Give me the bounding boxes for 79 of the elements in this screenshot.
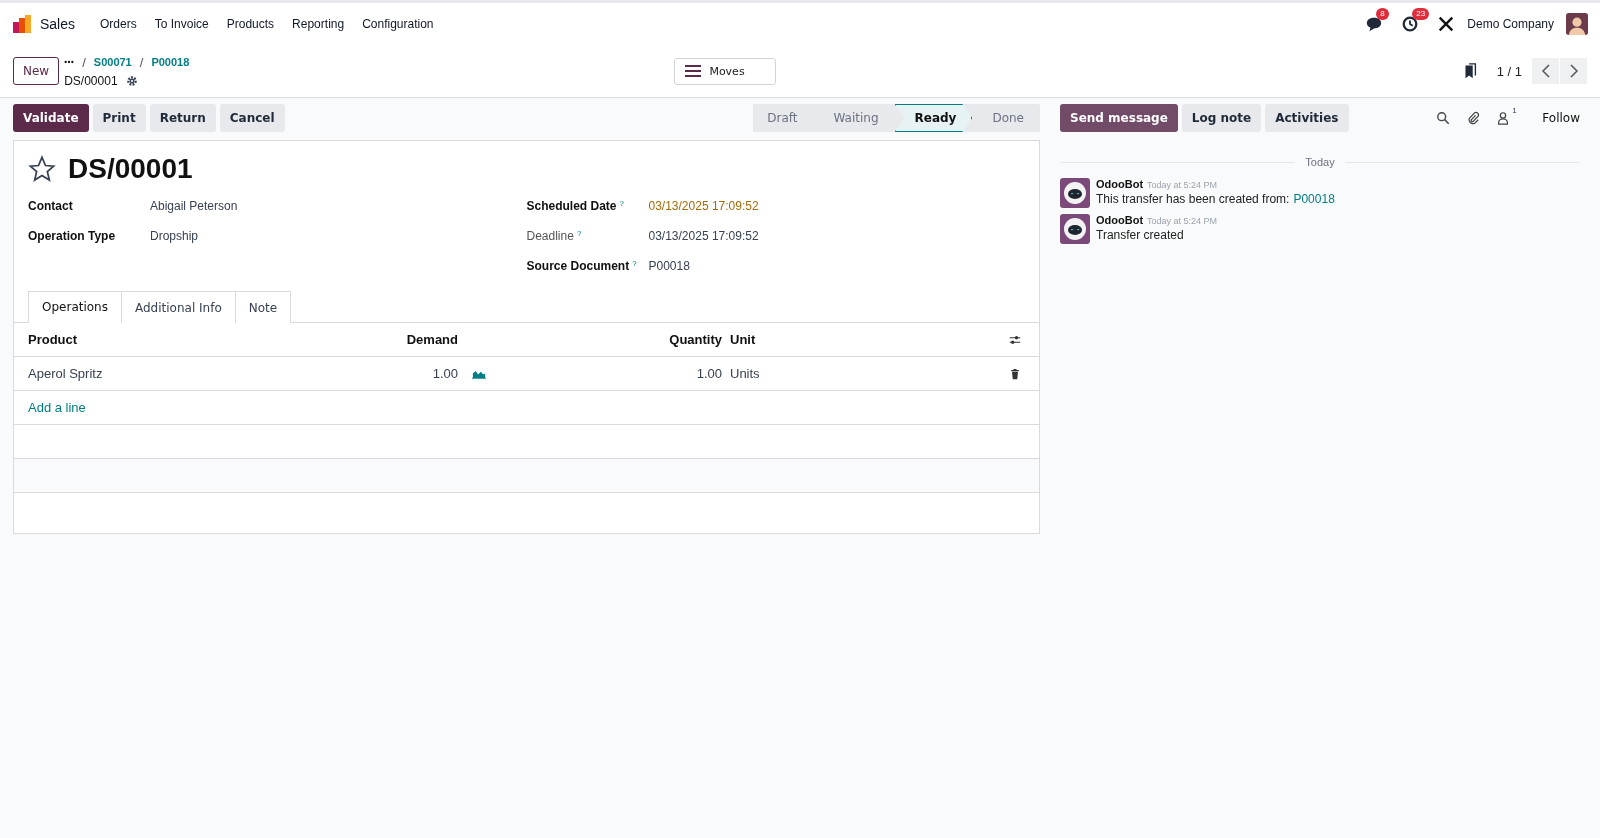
column-header[interactable]: Unit <box>722 332 1009 347</box>
star-icon[interactable] <box>28 155 56 183</box>
chatter-button[interactable]: Log note <box>1181 104 1262 132</box>
company-name[interactable]: Demo Company <box>1467 17 1554 31</box>
action-button[interactable]: Validate <box>13 104 89 132</box>
avatar-icon[interactable] <box>1566 13 1588 35</box>
field-label: Operation Type <box>28 229 116 243</box>
sliders-icon[interactable] <box>1009 333 1021 346</box>
menu-item[interactable]: Reporting <box>283 17 354 31</box>
action-button[interactable]: Return <box>149 104 216 132</box>
field-label: Source Document <box>526 259 630 273</box>
record-name: DS/00001 <box>64 73 118 88</box>
notification-badge: 23 <box>1412 8 1430 20</box>
message-text: Transfer created <box>1096 228 1185 242</box>
pager-value[interactable]: 1 / 1 <box>1496 63 1522 79</box>
paperclip-icon[interactable] <box>1466 111 1481 125</box>
gear-icon[interactable] <box>125 74 138 87</box>
followers-count: 1 <box>1512 106 1517 115</box>
date-separator: Today <box>1305 156 1335 168</box>
help-icon[interactable]: ? <box>576 229 582 243</box>
record-link[interactable]: P00018 <box>1293 192 1335 206</box>
field-value[interactable]: 03/13/2025 17:09:52 <box>648 199 759 213</box>
author-name[interactable]: OdooBot <box>1096 214 1144 226</box>
message-text: This transfer has been created from: P00018 <box>1096 192 1335 206</box>
add-line-link[interactable]: Add a line <box>28 400 86 415</box>
trash-icon[interactable] <box>1009 367 1021 380</box>
ellipsis-icon[interactable] <box>64 60 75 64</box>
message-time: Today at 5:24 PM <box>1147 180 1218 190</box>
moves-button[interactable]: Moves <box>674 57 776 85</box>
form-tab[interactable]: Additional Info <box>121 291 236 323</box>
chevron-right-icon[interactable] <box>1568 64 1579 78</box>
area-chart-icon[interactable] <box>472 368 486 379</box>
chat-icon[interactable] <box>1365 15 1384 33</box>
search-icon[interactable] <box>1436 111 1451 125</box>
menu-item[interactable]: To Invoice <box>145 17 218 31</box>
author-name[interactable]: OdooBot <box>1096 178 1144 190</box>
breadcrumb-link[interactable]: P00018 <box>151 56 190 68</box>
form-tab[interactable]: Operations <box>28 291 122 323</box>
message-time: Today at 5:24 PM <box>1147 216 1218 226</box>
app-name[interactable]: Sales <box>40 16 76 32</box>
chatter-button[interactable]: Send message <box>1060 104 1178 132</box>
table-cell[interactable]: Units <box>722 366 1009 381</box>
chatter-button[interactable]: Activities <box>1265 104 1349 132</box>
column-header[interactable]: Product <box>28 332 328 347</box>
table-cell[interactable]: Aperol Spritz <box>28 366 328 381</box>
form-tab[interactable]: Note <box>234 291 292 323</box>
record-title: DS/00001 <box>68 153 193 185</box>
field-value[interactable]: Abigail Peterson <box>150 199 238 213</box>
table-cell[interactable]: 1.00 <box>572 366 722 381</box>
field-label: Deadline <box>526 229 574 243</box>
column-header[interactable]: Quantity <box>572 332 722 347</box>
chevron-left-icon[interactable] <box>1540 64 1551 78</box>
new-button[interactable]: New <box>13 57 60 85</box>
person-icon[interactable] <box>1496 111 1511 125</box>
field-label: Scheduled Date <box>526 199 617 213</box>
bot-avatar-icon <box>1060 178 1090 208</box>
menu-item[interactable]: Configuration <box>353 17 443 31</box>
menu-item[interactable]: Orders <box>91 17 146 31</box>
app-logo-icon[interactable] <box>12 14 32 34</box>
notification-badge: 8 <box>1376 8 1389 20</box>
status-step[interactable]: Ready <box>894 104 973 132</box>
field-value[interactable]: 03/13/2025 17:09:52 <box>648 229 759 243</box>
bot-avatar-icon <box>1060 214 1090 244</box>
field-label: Contact <box>28 199 73 213</box>
action-button[interactable]: Print <box>92 104 146 132</box>
column-header[interactable]: Demand <box>328 332 458 347</box>
field-value[interactable]: Dropship <box>150 229 199 243</box>
action-button[interactable]: Cancel <box>219 104 285 132</box>
follow-button[interactable]: Follow <box>1536 110 1586 126</box>
clock-icon[interactable] <box>1401 15 1420 33</box>
menu-icon[interactable] <box>685 65 702 77</box>
table-cell[interactable]: 1.00 <box>328 366 458 381</box>
help-icon[interactable]: ? <box>619 199 624 213</box>
breadcrumb-separator: / <box>139 54 144 70</box>
field-value[interactable]: P00018 <box>648 259 690 273</box>
help-icon[interactable]: ? <box>632 259 637 273</box>
breadcrumb-separator: / <box>82 54 86 70</box>
breadcrumb-link[interactable]: S00071 <box>93 56 132 68</box>
menu-item[interactable]: Products <box>217 17 284 31</box>
